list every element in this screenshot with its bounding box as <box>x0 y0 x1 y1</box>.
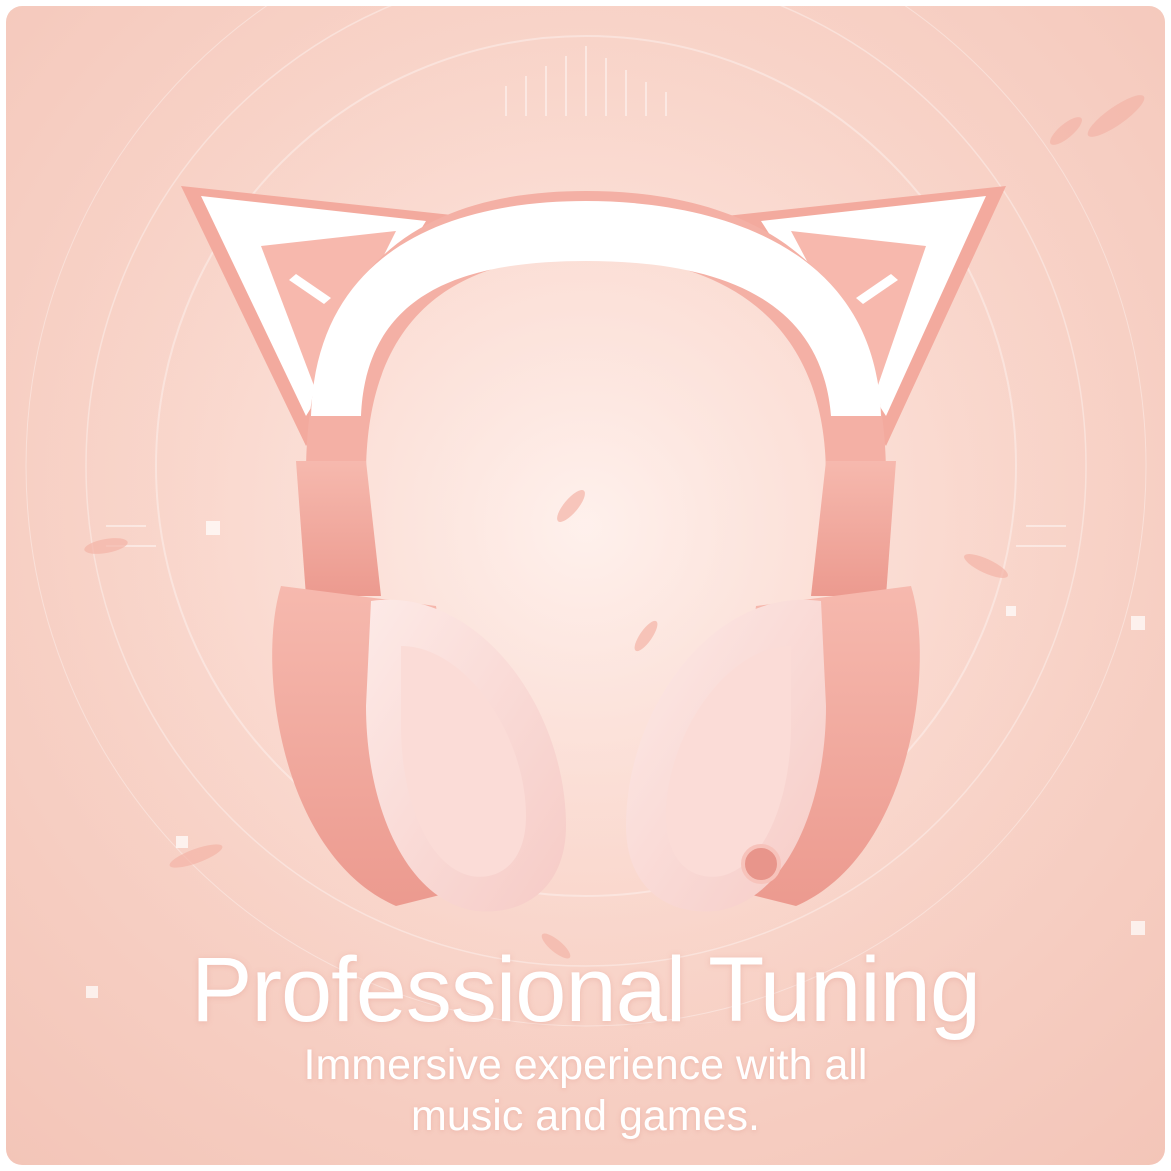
subtitle: Immersive experience with all music and … <box>303 1041 868 1140</box>
product-banner: Professional Tuning Immersive experience… <box>6 6 1165 1165</box>
headline: Professional Tuning <box>190 939 981 1041</box>
microphone-port-icon <box>741 844 781 884</box>
